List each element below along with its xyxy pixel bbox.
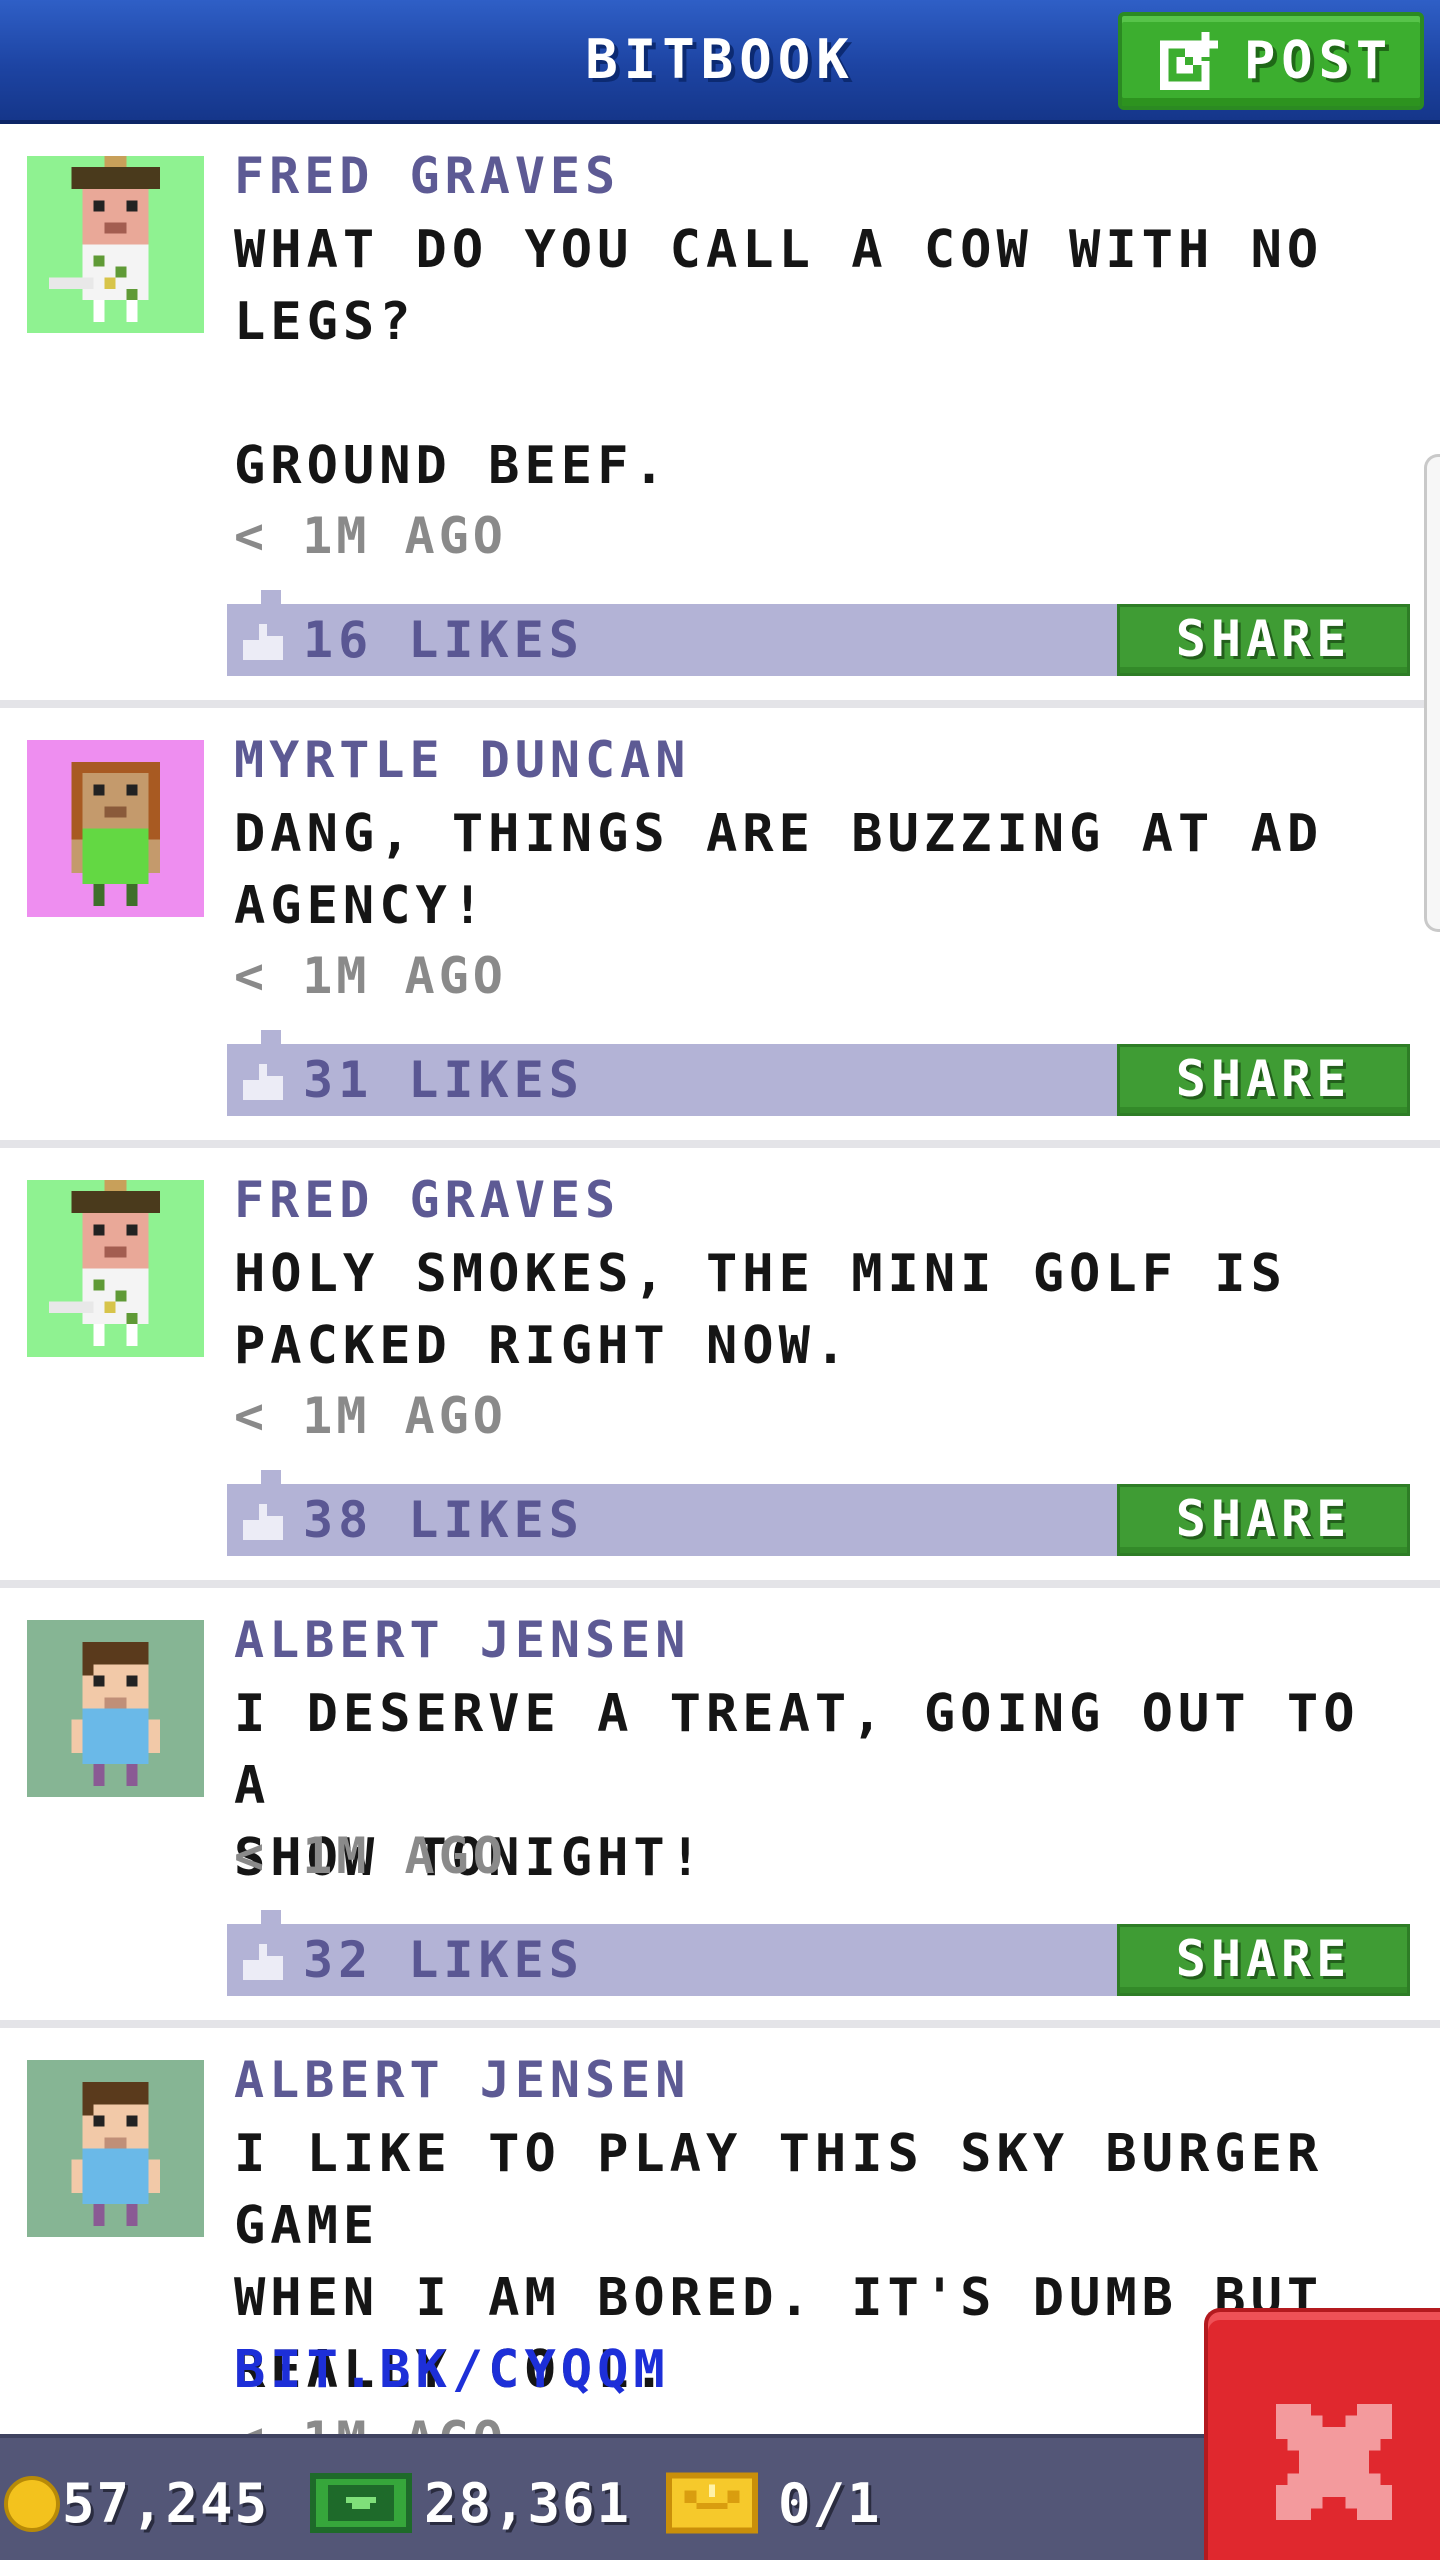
girl-green-shirt-avatar[interactable]	[27, 740, 204, 917]
post-author[interactable]: ALBERT JENSEN	[234, 2050, 690, 2110]
likes-bar[interactable]: 31 LIKES SHARE	[227, 1030, 1410, 1116]
share-button[interactable]: SHARE	[1117, 604, 1410, 676]
share-button[interactable]: SHARE	[1117, 1044, 1410, 1116]
golfer-avatar[interactable]	[27, 156, 204, 333]
post-author[interactable]: FRED GRAVES	[234, 1170, 620, 1230]
post-divider	[0, 2020, 1440, 2028]
tickets-count: 0/1	[778, 2472, 882, 2535]
compose-icon	[1160, 32, 1218, 90]
post-timestamp: < 1M AGO	[234, 2410, 507, 2434]
feed-post: MYRTLE DUNCAN DANG, THINGS ARE BUZZING A…	[0, 708, 1440, 1140]
post-message: WHAT DO YOU CALL A COW WITH NO LEGS? GRO…	[234, 220, 1324, 496]
thumbs-up-icon	[243, 1504, 283, 1540]
post-message: DANG, THINGS ARE BUZZING AT AD AGENCY!	[234, 804, 1324, 936]
cash-icon	[310, 2473, 412, 2533]
news-feed[interactable]: FRED GRAVES WHAT DO YOU CALL A COW WITH …	[0, 124, 1440, 2434]
feed-post: FRED GRAVES WHAT DO YOU CALL A COW WITH …	[0, 124, 1440, 700]
post-timestamp: < 1M AGO	[234, 1387, 507, 1445]
ticket-icon	[666, 2472, 758, 2534]
post-button[interactable]: POST	[1118, 12, 1424, 110]
post-timestamp: < 1M AGO	[234, 1827, 507, 1885]
close-button[interactable]	[1204, 2308, 1440, 2560]
likes-bar[interactable]: 32 LIKES SHARE	[227, 1910, 1410, 1996]
boy-blue-shirt-avatar[interactable]	[27, 1620, 204, 1797]
close-x-icon	[1276, 2404, 1392, 2520]
feed-post: FRED GRAVES HOLY SMOKES, THE MINI GOLF I…	[0, 1148, 1440, 1580]
bux-count: 28,361	[424, 2472, 632, 2535]
post-divider	[0, 1580, 1440, 1588]
post-author[interactable]: ALBERT JENSEN	[234, 1610, 690, 1670]
likes-bar[interactable]: 16 LIKES SHARE	[227, 590, 1410, 676]
thumbs-up-icon	[243, 1944, 283, 1980]
app-header: BITBOOK POST	[0, 0, 1440, 124]
share-button[interactable]: SHARE	[1117, 1484, 1410, 1556]
post-button-label: POST	[1244, 31, 1394, 91]
golfer-avatar[interactable]	[27, 1180, 204, 1357]
likes-count: 38 LIKES	[303, 1491, 584, 1549]
coin-icon	[4, 2476, 60, 2532]
post-divider	[0, 1140, 1440, 1148]
share-button[interactable]: SHARE	[1117, 1924, 1410, 1996]
post-divider	[0, 700, 1440, 708]
post-timestamp: < 1M AGO	[234, 947, 507, 1005]
coins-count: 57,245	[62, 2472, 270, 2535]
post-author[interactable]: MYRTLE DUNCAN	[234, 730, 690, 790]
likes-bar[interactable]: 38 LIKES SHARE	[227, 1470, 1410, 1556]
post-author[interactable]: FRED GRAVES	[234, 146, 620, 206]
likes-count: 31 LIKES	[303, 1051, 584, 1109]
post-timestamp: < 1M AGO	[234, 507, 507, 565]
post-message: HOLY SMOKES, THE MINI GOLF IS PACKED RIG…	[234, 1244, 1287, 1376]
scrollbar-thumb[interactable]	[1424, 454, 1440, 932]
boy-blue-shirt-avatar[interactable]	[27, 2060, 204, 2237]
likes-count: 32 LIKES	[303, 1931, 584, 1989]
thumbs-up-icon	[243, 624, 283, 660]
feed-post: ALBERT JENSEN I DESERVE A TREAT, GOING O…	[0, 1588, 1440, 2020]
likes-count: 16 LIKES	[303, 611, 584, 669]
thumbs-up-icon	[243, 1064, 283, 1100]
